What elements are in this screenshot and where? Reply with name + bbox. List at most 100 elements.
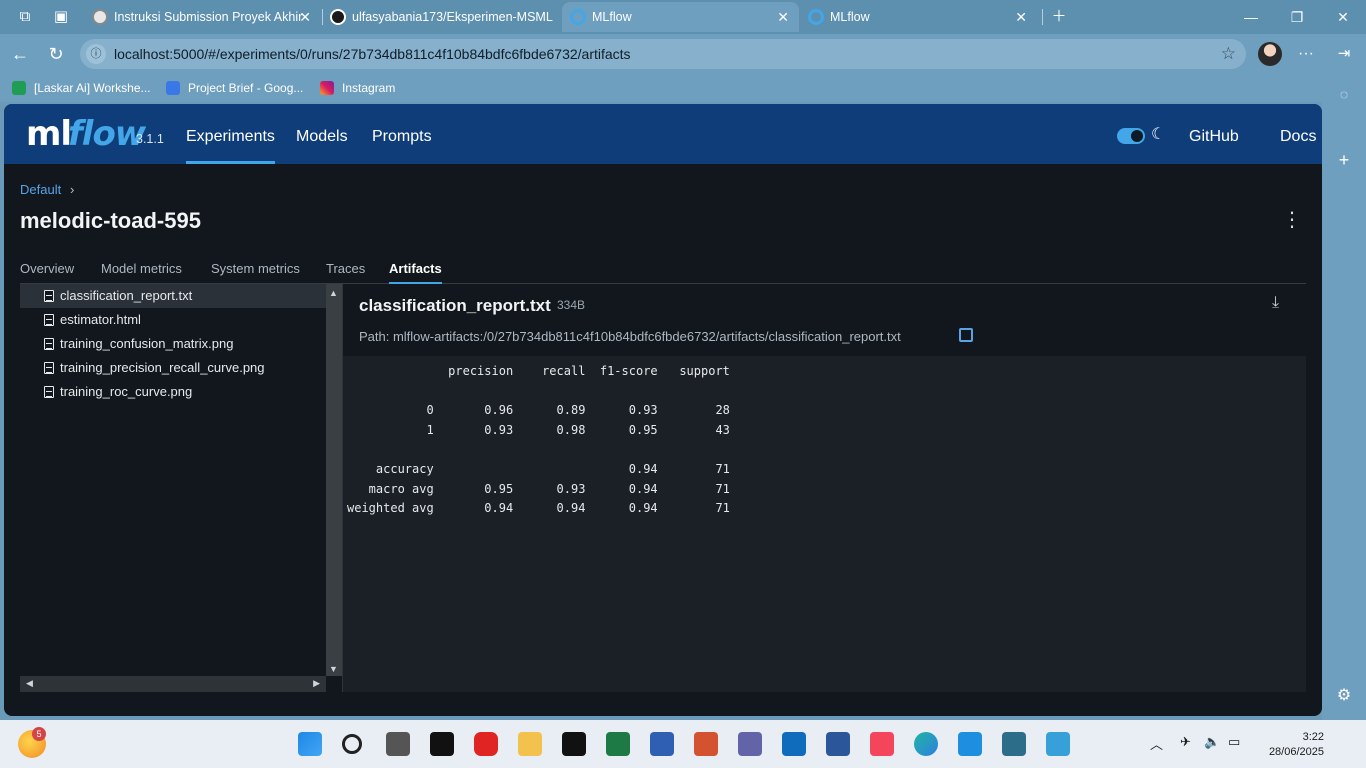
copilot-icon[interactable]: ◌ xyxy=(1334,84,1354,104)
horizontal-scrollbar[interactable]: ◀ ▶ xyxy=(20,676,326,692)
sheets-icon xyxy=(12,81,26,95)
mlflow-favicon-icon xyxy=(808,9,824,25)
minimize-icon[interactable]: — xyxy=(1228,0,1274,34)
tab-system-metrics[interactable]: System metrics xyxy=(211,261,300,284)
bookmark-label: Project Brief - Goog... xyxy=(188,81,304,95)
outlook-icon[interactable] xyxy=(782,732,806,756)
list-item[interactable]: estimator.html xyxy=(20,308,326,332)
close-tab-icon[interactable]: ✕ xyxy=(1015,2,1027,32)
mlflow-header: ml flow 3.1.1 Experiments Models Prompts… xyxy=(4,104,1322,164)
refresh-icon[interactable]: ↻ xyxy=(44,42,68,66)
artifact-viewer: classification_report.txt 334B ⤓ Path: m… xyxy=(343,284,1306,692)
file-icon xyxy=(44,290,54,302)
settings-gear-icon[interactable]: ⚙ xyxy=(1334,686,1354,706)
close-tab-icon[interactable]: ✕ xyxy=(299,2,311,32)
tab-overview[interactable]: Overview xyxy=(20,261,74,284)
bookmark-item[interactable]: Instagram xyxy=(320,78,395,98)
artifact-title: classification_report.txt xyxy=(359,296,551,315)
nav-models[interactable]: Models xyxy=(296,104,348,164)
browser-tab-active[interactable]: MLflow ✕ xyxy=(562,2,799,32)
browser-tab[interactable]: ulfasyabania173/Eksperimen-MSML xyxy=(322,2,559,32)
youtube-icon[interactable] xyxy=(474,732,498,756)
battery-icon[interactable]: ▭ xyxy=(1228,734,1240,750)
word-icon[interactable] xyxy=(826,732,850,756)
list-item[interactable]: training_roc_curve.png xyxy=(20,380,326,404)
browser-tab-title: Instruksi Submission Proyek Akhir xyxy=(114,10,303,24)
nav-prompts[interactable]: Prompts xyxy=(372,104,432,164)
netflix-icon[interactable] xyxy=(562,732,586,756)
scroll-left-icon[interactable]: ◀ xyxy=(26,678,33,689)
list-item[interactable]: training_confusion_matrix.png xyxy=(20,332,326,356)
notepad-icon[interactable] xyxy=(1046,732,1070,756)
bookmark-label: [Laskar Ai] Workshe... xyxy=(34,81,151,95)
tray-chevron-up-icon[interactable]: ︿ xyxy=(1150,734,1163,753)
edge-sidebar: ◌ + ⚙ xyxy=(1322,74,1366,720)
docs-icon xyxy=(166,81,180,95)
workspaces-icon[interactable]: ⧉ xyxy=(14,6,36,28)
tab-artifacts[interactable]: Artifacts xyxy=(389,261,442,284)
airplane-mode-icon[interactable]: ✈ xyxy=(1180,734,1191,750)
tab-model-metrics[interactable]: Model metrics xyxy=(101,261,182,284)
task-view-icon[interactable] xyxy=(386,732,410,756)
new-tab-icon[interactable]: ＋ xyxy=(1048,6,1070,28)
system-clock[interactable]: 3:22 28/06/2025 xyxy=(1269,730,1324,760)
browser-tab[interactable]: Instruksi Submission Proyek Akhir ✕ xyxy=(84,2,321,32)
teams-icon[interactable] xyxy=(738,732,762,756)
powerpoint-icon[interactable] xyxy=(694,732,718,756)
volume-icon[interactable]: 🔈 xyxy=(1204,734,1220,750)
browser-tab-title: MLflow xyxy=(592,10,632,24)
artifact-size: 334B xyxy=(557,298,586,312)
nav-docs[interactable]: Docs xyxy=(1280,104,1316,164)
browser-tab-title: MLflow xyxy=(830,10,870,24)
artifact-path: Path: mlflow-artifacts:/0/27b734db811c4f… xyxy=(359,329,901,344)
bookmark-item[interactable]: Project Brief - Goog... xyxy=(166,78,303,98)
vscode-icon[interactable] xyxy=(958,732,982,756)
remote-desktop-icon[interactable] xyxy=(1002,732,1026,756)
excel-icon[interactable] xyxy=(606,732,630,756)
bookmark-label: Instagram xyxy=(342,81,396,95)
list-item[interactable]: classification_report.txt xyxy=(20,284,326,308)
scroll-down-icon[interactable]: ▼ xyxy=(329,664,338,674)
start-windows-icon[interactable] xyxy=(298,732,322,756)
sidebar-toggle-icon[interactable]: ⇥ xyxy=(1332,42,1356,66)
profile-avatar[interactable] xyxy=(1258,42,1282,66)
version-label: 3.1.1 xyxy=(136,132,164,146)
url-field[interactable]: ⓘ localhost:5000/#/experiments/0/runs/27… xyxy=(80,39,1246,69)
store-icon[interactable] xyxy=(650,732,674,756)
browser-tab[interactable]: MLflow ✕ xyxy=(800,2,1037,32)
scroll-right-icon[interactable]: ▶ xyxy=(313,678,320,689)
file-name: classification_report.txt xyxy=(60,288,193,303)
dark-mode-toggle[interactable] xyxy=(1117,128,1145,144)
close-window-icon[interactable]: ✕ xyxy=(1320,0,1366,34)
file-explorer-icon[interactable] xyxy=(518,732,542,756)
close-tab-icon[interactable]: ✕ xyxy=(777,2,789,32)
list-item[interactable]: training_precision_recall_curve.png xyxy=(20,356,326,380)
search-icon[interactable] xyxy=(342,734,362,754)
image-file-icon xyxy=(44,362,54,374)
tab-actions-icon[interactable]: ▣ xyxy=(50,6,72,28)
windows-taskbar: 5 ︿ ✈ 🔈 ▭ 3:22 28/06/2025 xyxy=(0,720,1366,768)
bookmark-item[interactable]: [Laskar Ai] Workshe... xyxy=(12,78,151,98)
breadcrumb-experiment[interactable]: Default xyxy=(20,182,61,197)
apple-tv-icon[interactable] xyxy=(430,732,454,756)
edge-browser-icon[interactable] xyxy=(914,732,938,756)
copy-icon[interactable] xyxy=(959,328,973,342)
tab-traces[interactable]: Traces xyxy=(326,261,365,284)
nav-experiments[interactable]: Experiments xyxy=(186,104,275,164)
add-sidebar-app-icon[interactable]: + xyxy=(1334,150,1354,170)
more-actions-icon[interactable]: ⋮ xyxy=(1282,208,1302,232)
file-name: training_confusion_matrix.png xyxy=(60,336,234,351)
scroll-up-icon[interactable]: ▲ xyxy=(329,288,338,298)
restore-icon[interactable]: ❐ xyxy=(1274,0,1320,34)
download-icon[interactable]: ⤓ xyxy=(1272,294,1279,312)
nav-github[interactable]: GitHub xyxy=(1189,104,1239,164)
file-name: training_precision_recall_curve.png xyxy=(60,360,265,375)
artifact-content: precision recall f1-score support 0 0.96… xyxy=(343,356,1306,692)
favorite-star-icon[interactable]: ☆ xyxy=(1221,39,1236,69)
more-options-icon[interactable]: ··· xyxy=(1294,42,1318,66)
back-icon[interactable]: ← xyxy=(8,42,32,66)
vertical-scrollbar[interactable]: ▲ ▼ xyxy=(326,284,342,676)
site-info-icon[interactable]: ⓘ xyxy=(86,44,106,64)
music-icon[interactable] xyxy=(870,732,894,756)
moon-icon: ☾ xyxy=(1151,126,1166,143)
